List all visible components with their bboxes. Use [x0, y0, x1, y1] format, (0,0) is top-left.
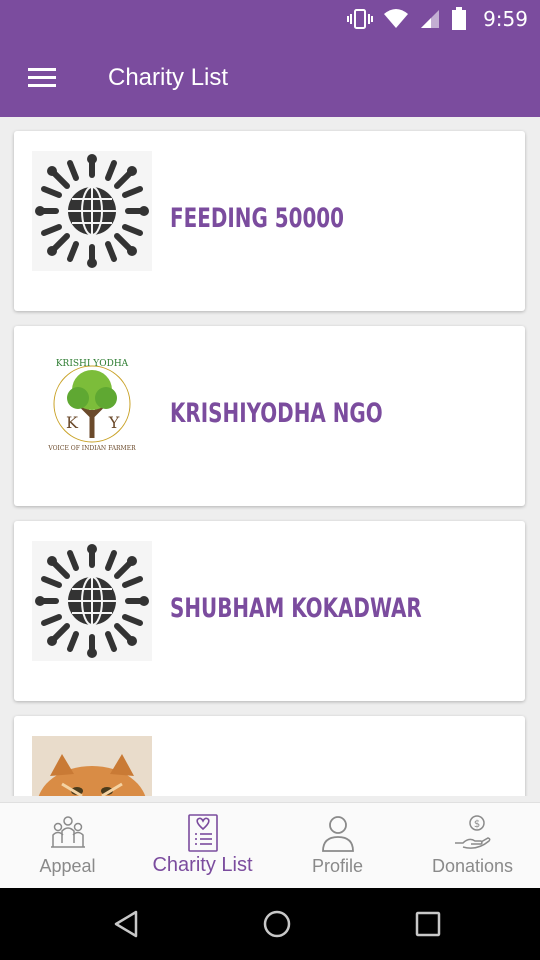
recents-icon[interactable] — [410, 906, 446, 942]
menu-icon[interactable] — [28, 68, 56, 88]
hand-coin-icon: $ — [454, 815, 491, 849]
charity-card[interactable]: KRISHI YODHA K Y VOICE OF INDIAN FARMER … — [14, 326, 525, 506]
signal-icon — [421, 10, 440, 28]
nav-charity-list[interactable]: Charity List — [135, 803, 270, 889]
people-group-icon — [50, 816, 85, 848]
charity-name: KRISHIYODHA NGO — [170, 398, 383, 429]
app-bar: Charity List — [0, 38, 540, 117]
krishi-yodha-tree-logo-icon: KRISHI YODHA K Y VOICE OF INDIAN FARMER — [32, 346, 152, 466]
heart-list-icon — [187, 814, 218, 852]
charity-card[interactable] — [14, 716, 525, 796]
charity-name: FEEDING 50000 — [170, 203, 345, 234]
svg-text:KRISHI YODHA: KRISHI YODHA — [56, 359, 129, 369]
back-icon[interactable] — [108, 906, 144, 942]
page-title: Charity List — [108, 64, 229, 91]
battery-icon — [452, 7, 467, 30]
cat-photo-icon — [32, 736, 152, 796]
svg-text:K: K — [66, 413, 79, 432]
charity-card[interactable]: SHUBHAM KOKADWAR — [14, 521, 525, 701]
nav-donations[interactable]: $ Donations — [405, 803, 540, 889]
nav-profile[interactable]: Profile — [270, 803, 405, 889]
charity-name: SHUBHAM KOKADWAR — [170, 593, 422, 624]
globe-people-logo-icon — [32, 541, 152, 661]
charity-card[interactable]: FEEDING 50000 — [14, 131, 525, 311]
globe-people-logo-icon — [32, 151, 152, 271]
svg-text:Y: Y — [108, 413, 120, 432]
nav-label: Donations — [431, 856, 514, 876]
wifi-icon — [384, 9, 409, 28]
svg-text:$: $ — [473, 819, 479, 830]
vibrate-icon — [347, 9, 374, 29]
svg-text:VOICE OF INDIAN FARMER: VOICE OF INDIAN FARMER — [47, 445, 136, 452]
person-icon — [321, 816, 354, 852]
nav-appeal[interactable]: Appeal — [0, 803, 135, 889]
system-nav-bar — [0, 888, 540, 960]
nav-label: Charity List — [152, 854, 253, 876]
nav-label: Profile — [311, 856, 364, 876]
bottom-nav: Appeal Charity List Profile $ Donations — [0, 802, 540, 889]
charity-list[interactable]: FEEDING 50000 KRISHI YODHA K Y VOICE OF … — [0, 117, 540, 796]
nav-label: Appeal — [39, 856, 96, 876]
status-time: 9:59 — [483, 7, 528, 31]
status-icons: 9:59 — [347, 0, 528, 38]
status-bar: 9:59 — [0, 0, 540, 38]
home-icon[interactable] — [259, 906, 295, 942]
